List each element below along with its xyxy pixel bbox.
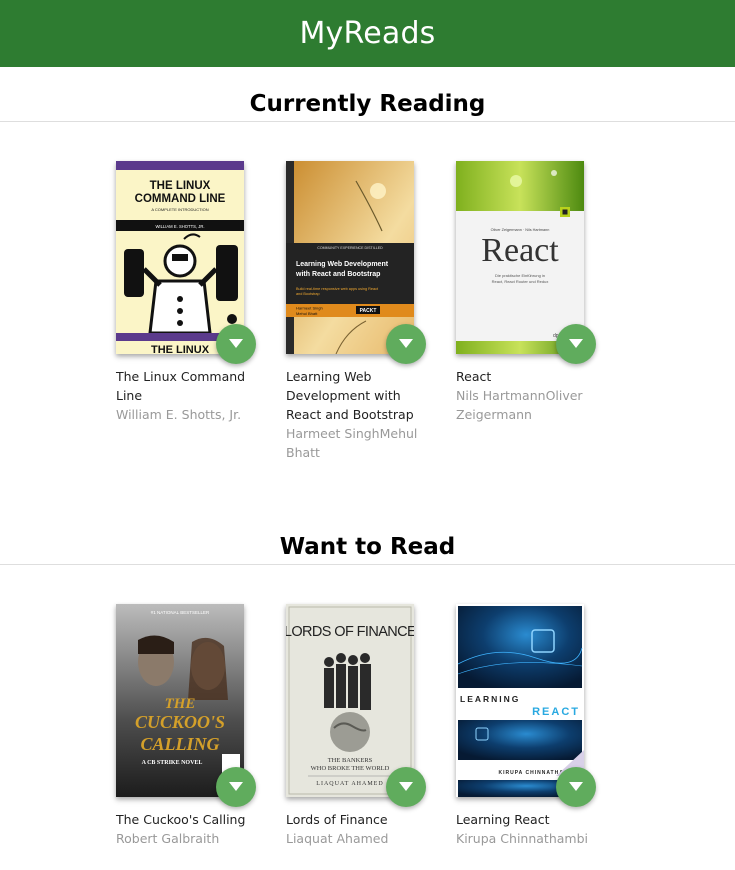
book-authors: Nils HartmannOliver Zeigermann: [456, 388, 583, 422]
triangle-down-icon: [399, 782, 413, 791]
svg-text:WILLIAM E. SHOTTS, JR.: WILLIAM E. SHOTTS, JR.: [155, 224, 204, 229]
svg-text:PACKT: PACKT: [360, 308, 377, 314]
svg-text:CUCKOO'S: CUCKOO'S: [135, 712, 225, 732]
book-title: The Cuckoo's Calling: [116, 812, 246, 827]
shelf-currently-reading: Currently Reading THE LINUX COMMAND LINE…: [0, 67, 735, 510]
svg-text:Build real-time responsive web: Build real-time responsive web apps usin…: [296, 287, 379, 291]
book-item: LEARNING REACT KIRUPA CHINNATHAMBI Learn…: [456, 604, 601, 848]
book-cover[interactable]: LEARNING REACT KIRUPA CHINNATHAMBI: [456, 604, 596, 807]
book-authors: Robert Galbraith: [116, 831, 220, 846]
svg-text:REACT: REACT: [532, 706, 580, 718]
book-title: React: [456, 369, 492, 384]
svg-text:React, React Router und Redux: React, React Router und Redux: [492, 279, 549, 284]
book-cover[interactable]: Oliver Zeigermann · Nils Hartmann React …: [456, 161, 596, 364]
book-cover[interactable]: #1 NATIONAL BESTSELLER THE CUCKOO'S CALL…: [116, 604, 256, 807]
shelf-changer-button[interactable]: [216, 767, 256, 807]
svg-text:with React and Bootstrap: with React and Bootstrap: [295, 271, 380, 278]
shelf-divider: [0, 564, 735, 565]
app-title: MyReads: [299, 16, 436, 51]
book-title: Learning React: [456, 812, 550, 827]
book-item: THE LINUX COMMAND LINE A COMPLETE INTROD…: [116, 161, 261, 424]
triangle-down-icon: [229, 339, 243, 348]
cover-learning-web-development: COMMUNITY EXPERIENCE DISTILLED Learning …: [286, 161, 414, 354]
book-authors: Liaquat Ahamed: [286, 831, 389, 846]
book-title: Lords of Finance: [286, 812, 388, 827]
svg-text:and Bootstrap: and Bootstrap: [296, 292, 320, 296]
book-authors: William E. Shotts, Jr.: [116, 407, 242, 422]
svg-text:Learning Web Development: Learning Web Development: [296, 261, 389, 268]
book-item: Oliver Zeigermann · Nils Hartmann React …: [456, 161, 601, 424]
shelf-title: Want to Read: [279, 534, 456, 560]
app-header: MyReads: [0, 0, 735, 67]
triangle-down-icon: [399, 339, 413, 348]
triangle-down-icon: [229, 782, 243, 791]
svg-text:THE BANKERS: THE BANKERS: [328, 757, 373, 764]
svg-text:LIAQUAT AHAMED: LIAQUAT AHAMED: [316, 781, 383, 787]
book-cover[interactable]: THE LINUX COMMAND LINE A COMPLETE INTROD…: [116, 161, 256, 364]
svg-text:WHO BROKE THE WORLD: WHO BROKE THE WORLD: [311, 765, 390, 772]
book-cover[interactable]: LORDS OF FINANCE THE BANKERS WHO BROKE T…: [286, 604, 426, 807]
cover-react: Oliver Zeigermann · Nils Hartmann React …: [456, 161, 584, 354]
shelf-changer-button[interactable]: [556, 324, 596, 364]
book-title: The Linux Command Line: [116, 369, 246, 403]
svg-text:Die praktische Einführung in: Die praktische Einführung in: [495, 273, 545, 278]
svg-text:THE: THE: [165, 696, 196, 712]
cover-linux-command-line: THE LINUX COMMAND LINE A COMPLETE INTROD…: [116, 161, 244, 354]
svg-text:A CB STRIKE NOVEL: A CB STRIKE NOVEL: [142, 760, 203, 766]
book-authors: Kirupa Chinnathambi: [456, 831, 588, 846]
svg-text:A COMPLETE INTRODUCTION: A COMPLETE INTRODUCTION: [151, 207, 208, 212]
svg-text:React: React: [481, 232, 559, 269]
book-item: LORDS OF FINANCE THE BANKERS WHO BROKE T…: [286, 604, 431, 848]
cover-lords-of-finance: LORDS OF FINANCE THE BANKERS WHO BROKE T…: [286, 604, 414, 797]
svg-text:THE LINUX: THE LINUX: [151, 344, 210, 354]
book-item: #1 NATIONAL BESTSELLER THE CUCKOO'S CALL…: [116, 604, 261, 848]
svg-text:COMMUNITY EXPERIENCE DISTILLED: COMMUNITY EXPERIENCE DISTILLED: [317, 246, 383, 250]
shelf-changer-button[interactable]: [216, 324, 256, 364]
shelf-changer-button[interactable]: [556, 767, 596, 807]
triangle-down-icon: [569, 339, 583, 348]
book-item: COMMUNITY EXPERIENCE DISTILLED Learning …: [286, 161, 431, 462]
shelf-want-to-read: Want to Read #1 NATIONAL BESTSELLER THE …: [0, 510, 735, 870]
cover-learning-react: LEARNING REACT KIRUPA CHINNATHAMBI: [456, 604, 584, 797]
book-authors: Harmeet SinghMehul Bhatt: [286, 426, 418, 460]
svg-text:#1 NATIONAL BESTSELLER: #1 NATIONAL BESTSELLER: [151, 610, 210, 615]
shelf-divider: [0, 121, 735, 122]
shelf-title: Currently Reading: [249, 91, 486, 117]
svg-text:Mehul Bhatt: Mehul Bhatt: [296, 311, 318, 316]
svg-text:LORDS OF FINANCE: LORDS OF FINANCE: [286, 624, 414, 640]
shelf-changer-button[interactable]: [386, 767, 426, 807]
book-cover[interactable]: COMMUNITY EXPERIENCE DISTILLED Learning …: [286, 161, 426, 364]
svg-text:THE LINUX: THE LINUX: [150, 180, 211, 192]
svg-text:Harmeet Singh: Harmeet Singh: [296, 306, 323, 311]
cover-cuckoos-calling: #1 NATIONAL BESTSELLER THE CUCKOO'S CALL…: [116, 604, 244, 797]
shelf-changer-button[interactable]: [386, 324, 426, 364]
svg-text:COMMAND LINE: COMMAND LINE: [135, 193, 226, 205]
triangle-down-icon: [569, 782, 583, 791]
svg-text:CALLING: CALLING: [140, 734, 219, 754]
svg-text:LEARNING: LEARNING: [460, 694, 520, 704]
book-title: Learning Web Development with React and …: [286, 369, 414, 422]
